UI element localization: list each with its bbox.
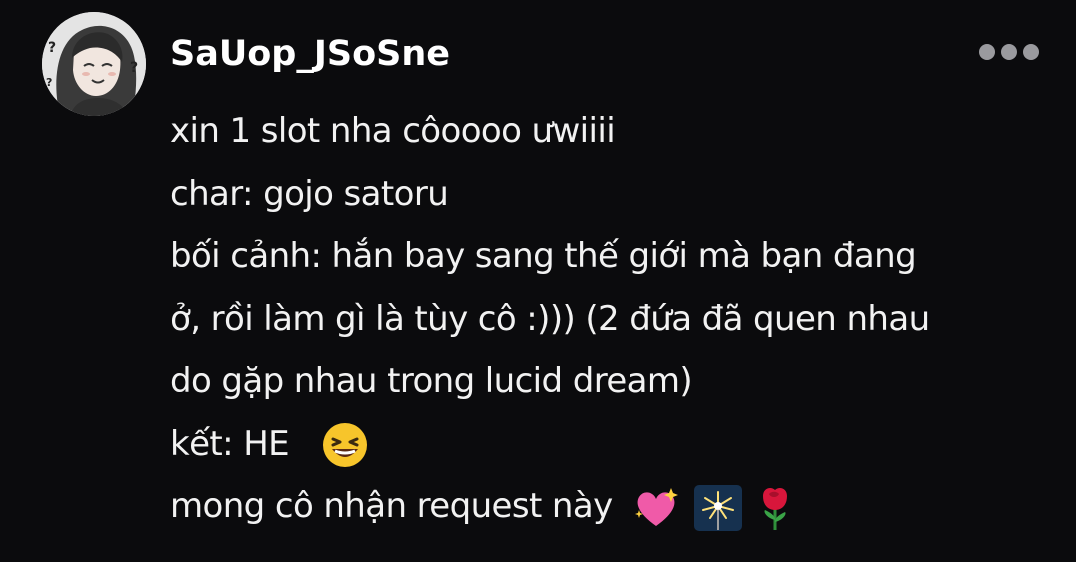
ellipsis-horizontal-icon	[979, 44, 995, 60]
comment-body: xin 1 slot nha côoooo ưwiiii char: gojo …	[170, 100, 1050, 538]
comment-line-text: kết: HE	[170, 423, 290, 464]
svg-text:?: ?	[48, 40, 56, 56]
rose-emoji-icon	[755, 484, 795, 532]
comment-line: bối cảnh: hắn bay sang thế giới mà bạn đ…	[170, 236, 917, 276]
sparkler-emoji-icon	[693, 484, 743, 532]
svg-text:?: ?	[46, 76, 52, 89]
comment-line: xin 1 slot nha côoooo ưwiiii	[170, 111, 616, 151]
ellipsis-horizontal-icon	[1023, 44, 1039, 60]
avatar[interactable]: ? ? ?	[42, 12, 146, 116]
user-avatar-drawing-icon: ? ? ?	[42, 12, 146, 116]
more-options-button[interactable]	[972, 36, 1046, 68]
comment-line: do gặp nhau trong lucid dream)	[170, 361, 693, 401]
comment-line-ending: kết: HE	[170, 413, 1050, 476]
username[interactable]: SaUop_JSoSne	[170, 30, 450, 78]
comment-line: ở, rồi làm gì là tùy cô :))) (2 đứa đã q…	[170, 298, 930, 339]
sparkling-heart-emoji-icon	[631, 484, 681, 532]
svg-text:?: ?	[130, 60, 138, 76]
comment-line: char: gojo satoru	[170, 173, 449, 214]
laughing-face-emoji-icon	[321, 421, 369, 469]
comment-line-text: mong cô nhận request này	[170, 486, 613, 526]
ellipsis-horizontal-icon	[1001, 44, 1017, 60]
comment-line-request: mong cô nhận request này	[170, 475, 1050, 538]
comment-card: ? ? ? SaUop_JSoSne xin 1 slot nha côoooo…	[0, 0, 1076, 562]
